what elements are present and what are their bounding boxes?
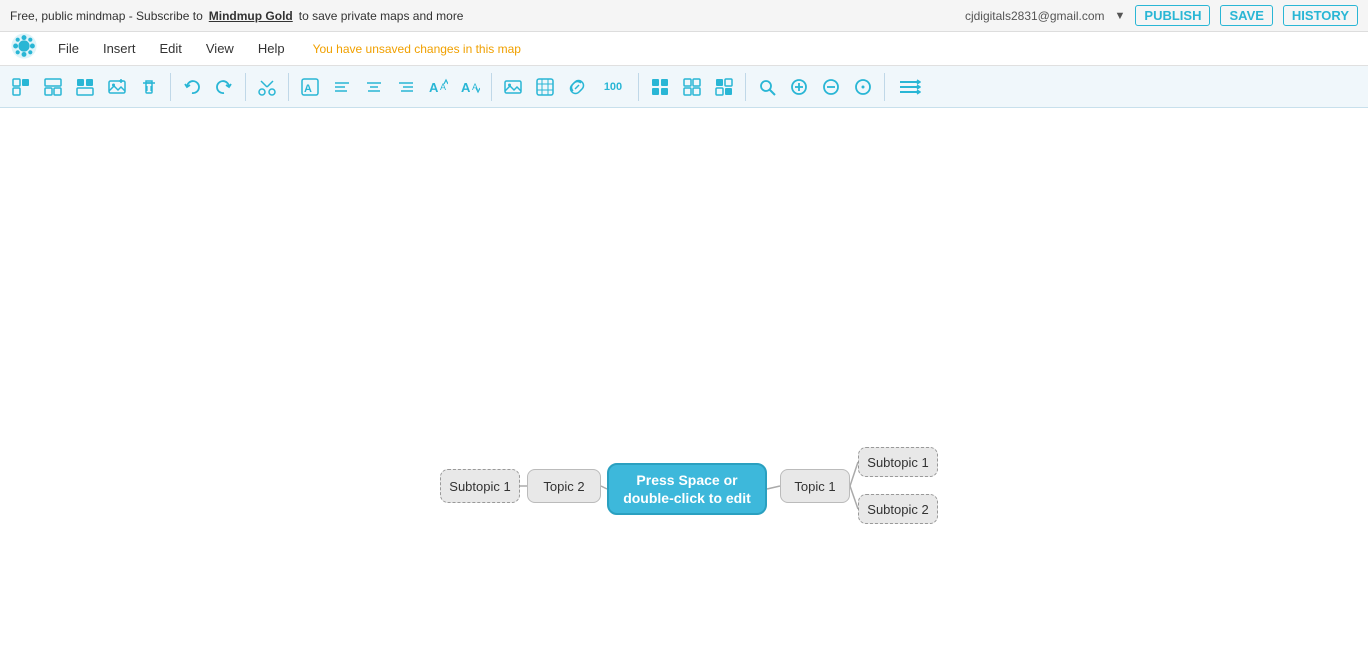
svg-text:A: A <box>461 80 471 95</box>
activate-sub-button[interactable] <box>709 72 739 102</box>
align-left-button[interactable] <box>327 72 357 102</box>
cut-button[interactable] <box>252 72 282 102</box>
add-image-button[interactable] <box>102 72 132 102</box>
connectors-svg <box>0 108 1368 658</box>
align-center-button[interactable] <box>359 72 389 102</box>
svg-text:A: A <box>429 80 439 95</box>
toolbar: A AA AA 100 <box>0 66 1368 108</box>
style-button[interactable]: A <box>295 72 325 102</box>
redo-button[interactable] <box>209 72 239 102</box>
toolbar-sep-6 <box>745 73 746 101</box>
svg-text:A: A <box>304 83 312 95</box>
top-bar-right: cjdigitals2831@gmail.com ▼ PUBLISH SAVE … <box>965 5 1358 26</box>
mindmap-canvas[interactable]: Press Space or double-click to edit Topi… <box>0 108 1368 658</box>
zoom-out-button[interactable] <box>816 72 846 102</box>
topic2-node[interactable]: Topic 2 <box>527 469 601 503</box>
mindmup-gold-link[interactable]: Mindmup Gold <box>209 9 293 23</box>
deactivate-button[interactable] <box>677 72 707 102</box>
logo[interactable] <box>10 32 38 65</box>
align-right-button[interactable] <box>391 72 421 102</box>
unsaved-message: You have unsaved changes in this map <box>313 42 521 56</box>
toolbar-sep-1 <box>170 73 171 101</box>
top-bar: Free, public mindmap - Subscribe to Mind… <box>0 0 1368 32</box>
svg-text:A: A <box>440 82 446 92</box>
free-text-2: to save private maps and more <box>299 9 464 23</box>
levels-button[interactable] <box>891 72 929 102</box>
font-smaller-button[interactable]: AA <box>455 72 485 102</box>
central-node[interactable]: Press Space or double-click to edit <box>607 463 767 515</box>
menu-view[interactable]: View <box>194 35 246 62</box>
history-button[interactable]: HISTORY <box>1283 5 1358 26</box>
toolbar-sep-3 <box>288 73 289 101</box>
undo-button[interactable] <box>177 72 207 102</box>
user-dropdown-icon[interactable]: ▼ <box>1115 10 1126 22</box>
attach-link-button[interactable] <box>562 72 592 102</box>
topic1-node[interactable]: Topic 1 <box>780 469 850 503</box>
add-child-button[interactable] <box>6 72 36 102</box>
top-bar-left: Free, public mindmap - Subscribe to Mind… <box>10 9 463 23</box>
insert-map-button[interactable] <box>530 72 560 102</box>
user-email: cjdigitals2831@gmail.com <box>965 9 1105 23</box>
collapse-all-button[interactable] <box>38 72 68 102</box>
subtopic2-right-node[interactable]: Subtopic 2 <box>858 494 938 524</box>
menu-file[interactable]: File <box>46 35 91 62</box>
toolbar-sep-5 <box>638 73 639 101</box>
menu-edit[interactable]: Edit <box>147 35 193 62</box>
menu-bar: File Insert Edit View Help You have unsa… <box>0 32 1368 66</box>
expand-button[interactable] <box>70 72 100 102</box>
insert-image-button[interactable] <box>498 72 528 102</box>
subtopic1-right-node[interactable]: Subtopic 1 <box>858 447 938 477</box>
fit-button[interactable] <box>848 72 878 102</box>
font-bigger-button[interactable]: AA <box>423 72 453 102</box>
toolbar-sep-2 <box>245 73 246 101</box>
zoom-in-button[interactable] <box>784 72 814 102</box>
toolbar-sep-4 <box>491 73 492 101</box>
search-button[interactable] <box>752 72 782 102</box>
menu-help[interactable]: Help <box>246 35 297 62</box>
activate-all-button[interactable] <box>645 72 675 102</box>
word-count-button[interactable]: 100 <box>594 72 632 102</box>
menu-insert[interactable]: Insert <box>91 35 148 62</box>
save-button[interactable]: SAVE <box>1220 5 1272 26</box>
free-text-1: Free, public mindmap - Subscribe to <box>10 9 203 23</box>
publish-button[interactable]: PUBLISH <box>1135 5 1210 26</box>
delete-button[interactable] <box>134 72 164 102</box>
toolbar-sep-7 <box>884 73 885 101</box>
subtopic1-left-node[interactable]: Subtopic 1 <box>440 469 520 503</box>
